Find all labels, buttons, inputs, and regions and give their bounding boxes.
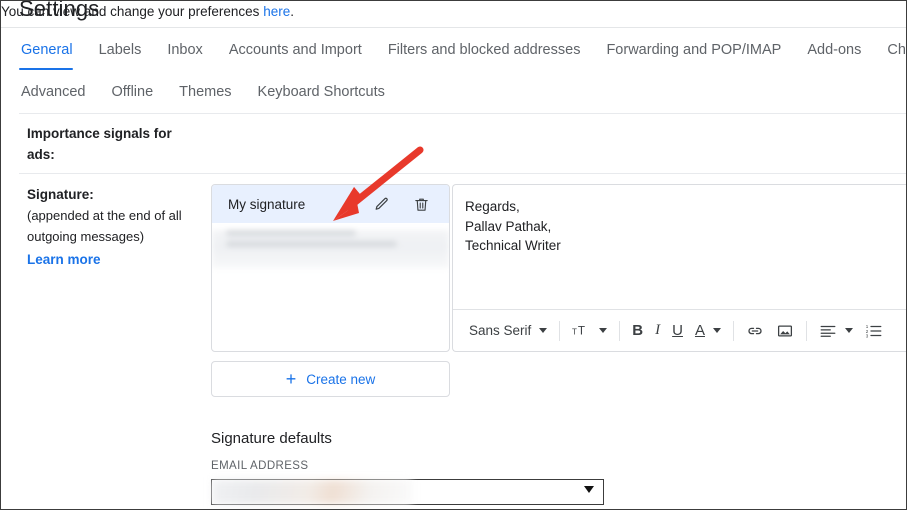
toolbar-divider [805,320,807,341]
tab-themes[interactable]: Themes [166,81,244,108]
preferences-here-link[interactable]: here [263,4,290,19]
signature-editor-toolbar: Sans Serif T T B I U A 1 2 3 [453,309,906,351]
signature-sublabel-line1: (appended at the end of all [27,208,182,223]
bold-button[interactable]: B [626,317,649,345]
font-size-dropdown[interactable]: T T [566,317,613,345]
toolbar-divider [559,320,561,341]
toolbar-divider [732,320,734,341]
tab-forwarding-and-pop-imap[interactable]: Forwarding and POP/IMAP [593,39,794,70]
numbered-list-icon[interactable]: 1 2 3 [859,317,889,345]
chevron-down-icon [539,328,548,333]
plus-icon: + [285,369,297,389]
tab-keyboard-shortcuts[interactable]: Keyboard Shortcuts [245,81,398,108]
signature-line-1: Regards, [465,199,520,214]
align-left-icon[interactable] [813,317,859,345]
importance-text-after: . [290,4,294,19]
font-family-label: Sans Serif [469,323,532,338]
tab-chat-and-meet[interactable]: Chat and M [874,39,906,70]
tab-inbox[interactable]: Inbox [154,39,215,70]
create-new-signature-button[interactable]: + Create new [211,361,450,397]
signature-sublabel-line2: outgoing messages) [27,229,145,244]
blur-placeholder-bar [226,241,397,247]
svg-text:3: 3 [866,333,869,338]
signature-line-3: Technical Writer [465,238,561,253]
importance-signals-text: You can view and change your preferences… [1,1,906,22]
tab-accounts-and-import[interactable]: Accounts and Import [216,39,375,70]
trash-icon[interactable] [411,194,431,214]
settings-window: Settings General Labels Inbox Accounts a… [0,0,907,510]
blur-placeholder-bar [226,230,357,236]
chevron-down-icon [712,328,721,333]
create-new-label: Create new [306,371,376,387]
toolbar-divider [619,320,621,341]
signature-editor-panel: Regards, Pallav Pathak, Technical Writer… [452,184,906,352]
signature-learn-more-link[interactable]: Learn more [27,249,205,270]
email-address-label: EMAIL ADDRESS [211,460,309,472]
section-divider-middle [19,173,906,174]
tab-filters-and-blocked-addresses[interactable]: Filters and blocked addresses [375,39,594,70]
email-address-select[interactable] [211,479,604,505]
signature-list-panel: My signature [211,184,450,352]
svg-text:T: T [578,324,585,337]
settings-tabs-row1: General Labels Inbox Accounts and Import… [19,39,906,70]
chevron-down-icon [844,328,853,333]
signature-label-text: Signature: [27,187,94,202]
pencil-icon[interactable] [371,194,391,214]
underline-button[interactable]: U [666,317,689,345]
image-icon[interactable] [770,317,800,345]
svg-text:T: T [572,327,577,336]
importance-signals-label: Importance signals for ads: [27,126,172,162]
tab-general[interactable]: General [19,39,86,70]
signature-defaults-title: Signature defaults [211,430,332,447]
font-family-dropdown[interactable]: Sans Serif [463,317,553,345]
link-icon[interactable] [740,317,770,345]
text-color-label: A [694,322,705,339]
signature-item-actions [371,194,439,214]
signature-line-2: Pallav Pathak, [465,218,552,234]
settings-tabs-row2: Advanced Offline Themes Keyboard Shortcu… [21,81,398,108]
italic-button[interactable]: I [649,317,666,345]
signature-list-item-blurred[interactable] [212,230,449,268]
font-size-icon: T T [572,324,585,337]
tab-advanced[interactable]: Advanced [21,81,99,108]
section-divider-top [19,113,906,114]
chevron-down-icon [599,328,608,333]
title-divider [1,27,906,28]
signature-editor-content[interactable]: Regards, Pallav Pathak, Technical Writer [453,185,906,256]
page-title: Settings [19,0,100,21]
tab-labels[interactable]: Labels [86,39,155,70]
tab-offline[interactable]: Offline [99,81,167,108]
signature-list-item-my-signature[interactable]: My signature [212,185,449,223]
signature-label: Signature: (appended at the end of all o… [27,184,205,270]
text-color-button[interactable]: A [689,317,727,345]
signature-item-label: My signature [228,196,306,212]
tab-add-ons[interactable]: Add-ons [794,39,874,70]
